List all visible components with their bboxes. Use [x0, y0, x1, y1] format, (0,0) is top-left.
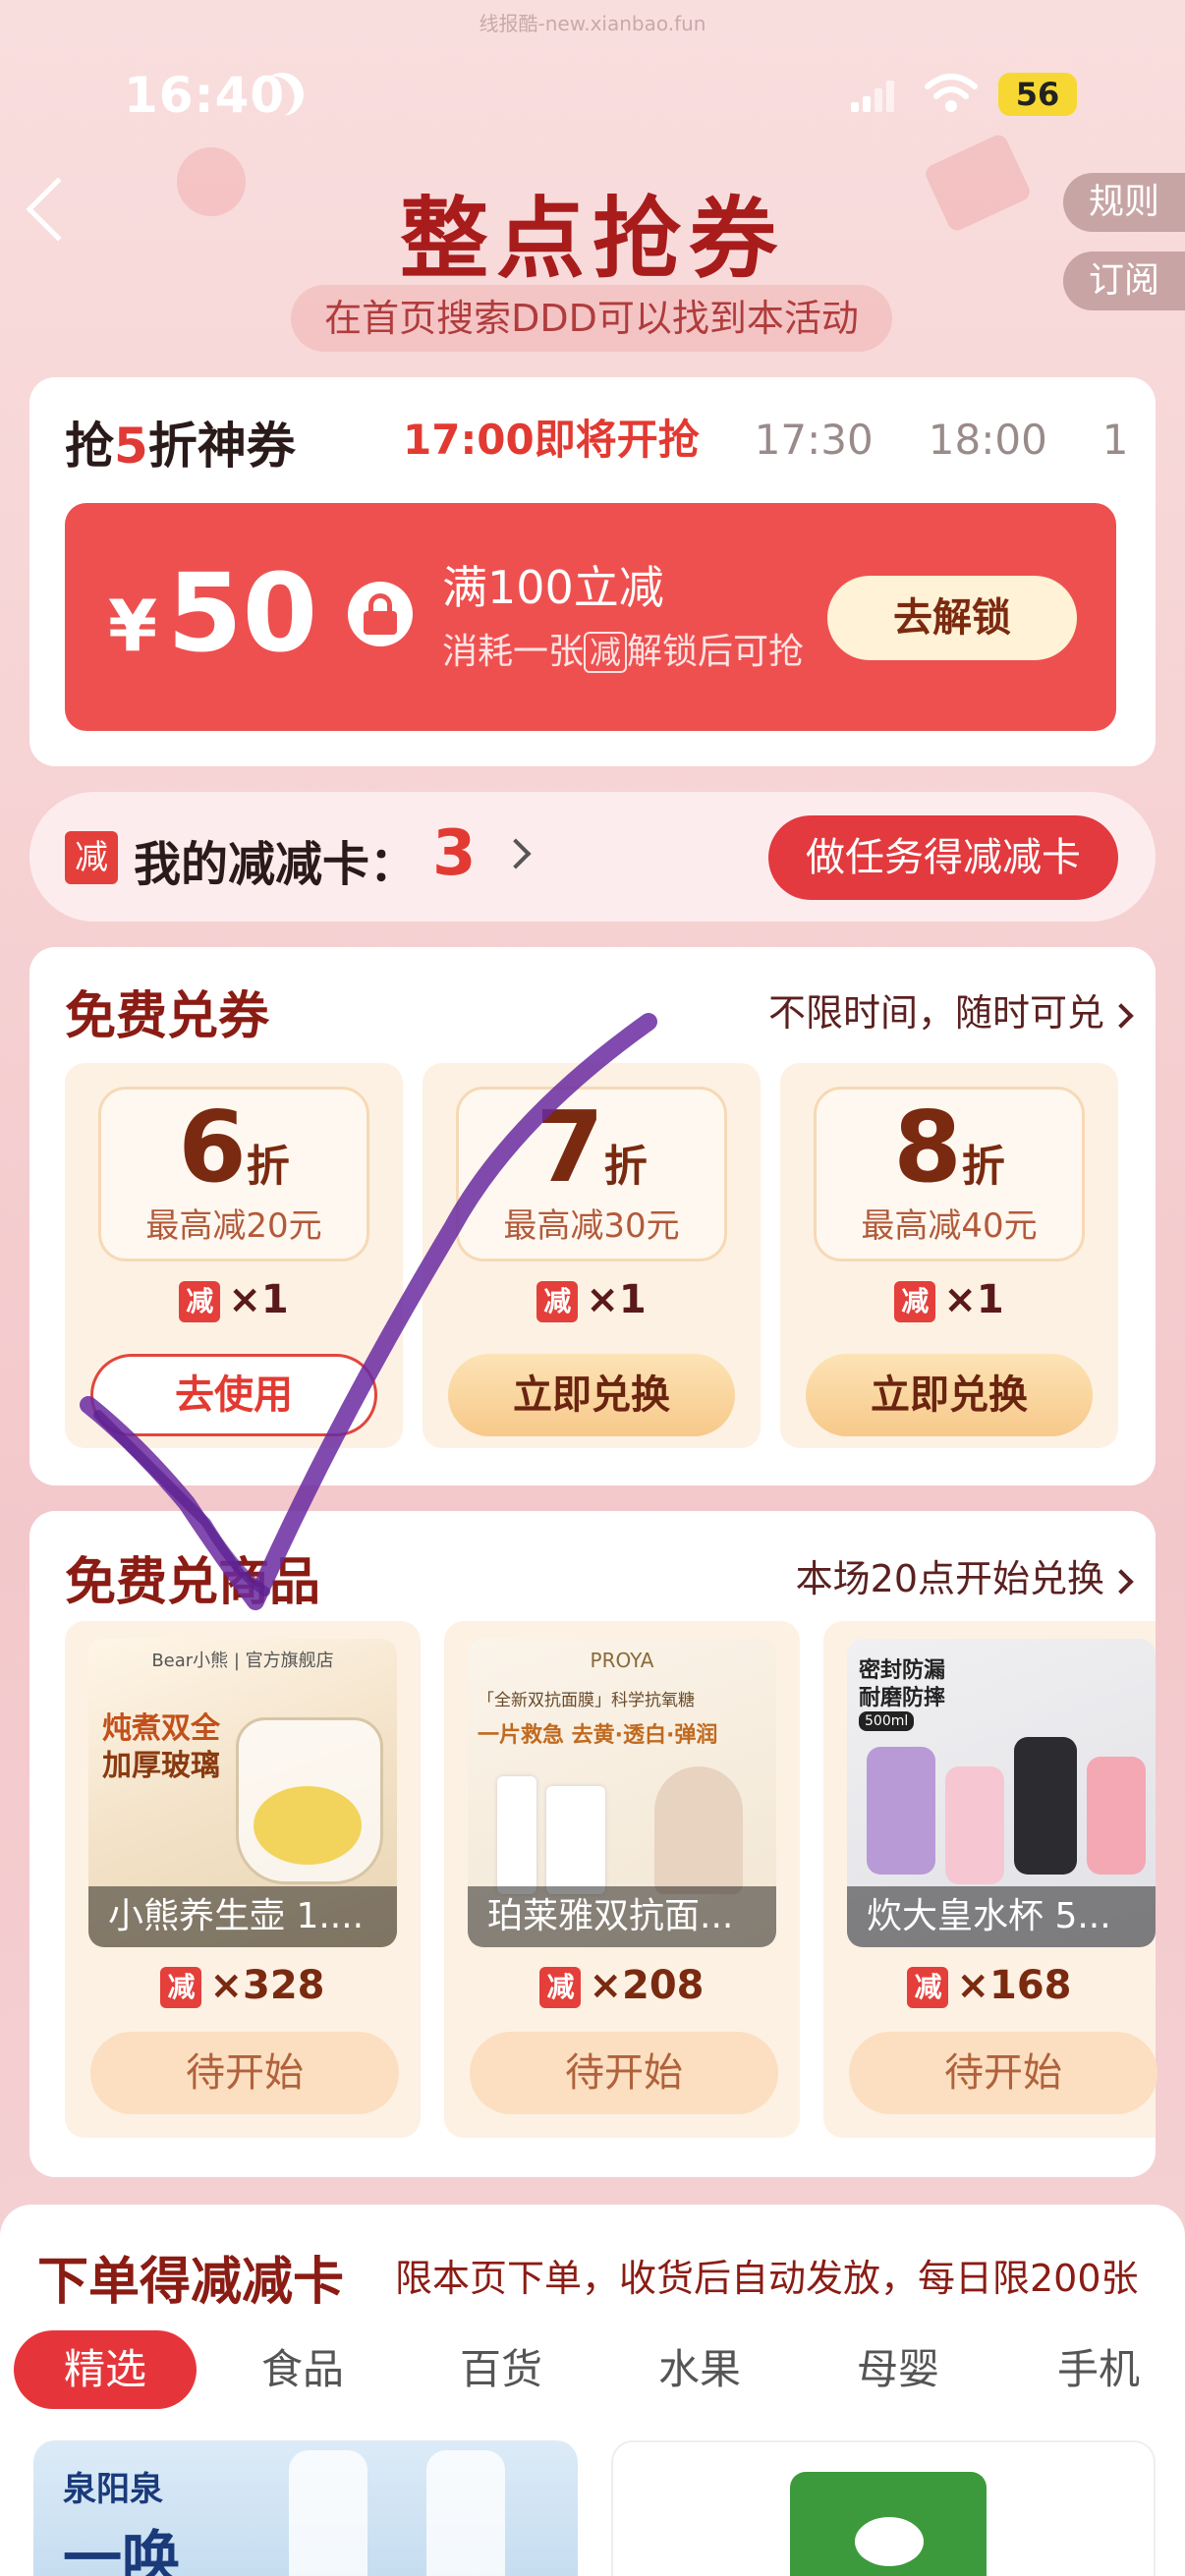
- product-card-box[interactable]: [611, 2440, 1156, 2576]
- pending-button[interactable]: 待开始: [90, 2032, 399, 2114]
- flash-coupon-card: 抢5折神券 17:00即将开抢 17:30 18:00 1 ¥50 满100立减 消耗…: [29, 377, 1156, 766]
- max-discount: 最高减40元: [861, 1206, 1038, 1246]
- coupon-amount: ¥50: [108, 550, 318, 676]
- battery-indicator: 56: [998, 73, 1077, 116]
- order-section-title: 下单得减减卡: [37, 2253, 345, 2312]
- wifi-icon: [925, 74, 978, 112]
- my-cards-label[interactable]: 我的减减卡：: [134, 825, 417, 894]
- exchange-button[interactable]: 立即兑换: [806, 1354, 1093, 1436]
- category-tabs: 精选 食品 百货 水果 母婴 手机: [14, 2330, 1185, 2409]
- time-slot-next[interactable]: 1: [1102, 416, 1129, 464]
- checkmark-annotation: [80, 1013, 657, 1610]
- tab-featured[interactable]: 精选: [14, 2330, 197, 2409]
- my-cards-bar: 减 我的减减卡： 3 做任务得减减卡: [29, 792, 1156, 922]
- goods-item-kettle[interactable]: Bear小熊 | 官方旗舰店 炖煮双全 加厚玻璃 小熊养生壶 1.... 减 ×3…: [65, 1621, 421, 2138]
- time-slot-1730[interactable]: 17:30: [755, 416, 874, 464]
- card-cost: 减 ×208: [444, 1963, 800, 2008]
- order-section-desc: 限本页下单，收货后自动发放，每日限200张: [395, 2257, 1139, 2300]
- tab-food[interactable]: 食品: [261, 2330, 344, 2409]
- jian-card-icon: 减: [65, 831, 118, 884]
- chevron-right-icon: [1108, 1568, 1134, 1595]
- goods-item-cup[interactable]: 密封防漏 耐磨防摔 500ml 炊大皇水杯 5... 减 ×168 待开始: [823, 1621, 1157, 2138]
- lock-icon: [348, 582, 413, 646]
- coupon-hint: 消耗一张减解锁后可抢: [442, 632, 805, 673]
- free-goods-link[interactable]: 本场20点开始兑换: [796, 1548, 1134, 1602]
- product-card-water[interactable]: 泉阳泉 一唤: [33, 2440, 578, 2576]
- card-cost: 减 ×168: [823, 1963, 1156, 2008]
- subscribe-button[interactable]: 订阅: [1063, 252, 1185, 310]
- signal-icon: [851, 81, 894, 112]
- card-cost: 减 ×1: [780, 1277, 1118, 1322]
- goods-item-mask[interactable]: PROYA 「全新双抗面膜」科学抗氧糖 一片救急 去黄·透白·弹润 珀莱雅双抗面…: [444, 1621, 800, 2138]
- page-title: 整点抢券: [400, 188, 785, 291]
- my-cards-count[interactable]: 3: [432, 817, 477, 890]
- card-cost: 减 ×328: [65, 1963, 421, 2008]
- locked-coupon: ¥50 满100立减 消耗一张减解锁后可抢 去解锁: [65, 503, 1116, 731]
- product-image: 密封防漏 耐磨防摔 500ml 炊大皇水杯 5...: [847, 1639, 1156, 1947]
- exchange-coupon-8: 8折 最高减40元 减 ×1 立即兑换: [780, 1063, 1118, 1448]
- chevron-right-icon: [1108, 1002, 1134, 1029]
- rules-button[interactable]: 规则: [1063, 173, 1185, 232]
- time-slot-1800[interactable]: 18:00: [929, 416, 1047, 464]
- tab-phone[interactable]: 手机: [1057, 2330, 1140, 2409]
- product-image: PROYA 「全新双抗面膜」科学抗氧糖 一片救急 去黄·透白·弹润 珀莱雅双抗面…: [468, 1639, 776, 1947]
- free-coupons-link[interactable]: 不限时间，随时可兑: [768, 982, 1134, 1036]
- chevron-right-icon[interactable]: [500, 838, 532, 869]
- tab-baby[interactable]: 母婴: [857, 2330, 939, 2409]
- pending-button[interactable]: 待开始: [849, 2032, 1157, 2114]
- page-subtitle: 在首页搜索DDD可以找到本活动: [291, 285, 892, 352]
- product-image: Bear小熊 | 官方旗舰店 炖煮双全 加厚玻璃 小熊养生壶 1....: [88, 1639, 397, 1947]
- order-section: 下单得减减卡 限本页下单，收货后自动发放，每日限200张 精选 食品 百货 水果…: [0, 2205, 1185, 2576]
- coupon-condition: 满100立减: [442, 561, 664, 614]
- tab-fruit[interactable]: 水果: [658, 2330, 741, 2409]
- unlock-button[interactable]: 去解锁: [827, 576, 1077, 660]
- flash-title: 抢5折神券: [65, 418, 296, 475]
- time-slot-tabs: 17:00即将开抢 17:30 18:00 1: [403, 407, 1150, 466]
- tab-goods[interactable]: 百货: [460, 2330, 542, 2409]
- pending-button[interactable]: 待开始: [470, 2032, 778, 2114]
- watermark: 线报酷-new.xianbao.fun: [479, 12, 706, 35]
- do-task-button[interactable]: 做任务得减减卡: [768, 815, 1118, 900]
- time-slot-1700[interactable]: 17:00即将开抢: [403, 407, 700, 466]
